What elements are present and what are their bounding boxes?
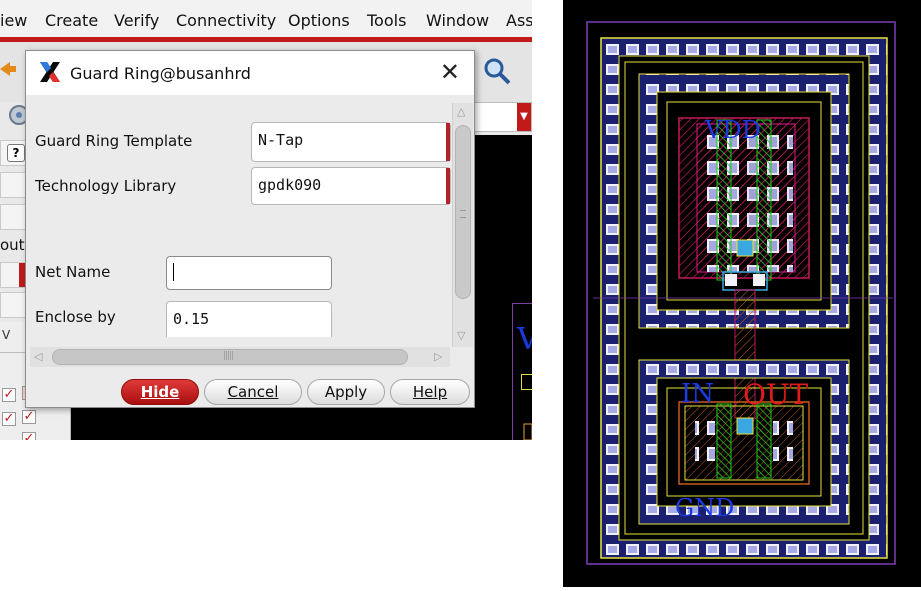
vdd-label: VDD bbox=[704, 116, 761, 144]
arrow-icon[interactable] bbox=[0, 58, 16, 80]
layer-checkbox[interactable]: ✓ bbox=[22, 410, 36, 424]
palette-column-header: V bbox=[2, 328, 11, 342]
hide-button[interactable]: Hide bbox=[121, 379, 199, 405]
vertical-scrollbar[interactable]: △ ▽ bbox=[452, 103, 473, 347]
required-marker bbox=[446, 168, 450, 204]
sidebar-combo[interactable] bbox=[0, 262, 28, 288]
menu-tools[interactable]: Tools bbox=[367, 11, 406, 30]
scroll-down-icon[interactable]: ▽ bbox=[457, 329, 465, 342]
close-icon[interactable]: ✕ bbox=[440, 58, 460, 86]
zoom-icon[interactable] bbox=[482, 56, 512, 86]
technology-library-label: Technology Library bbox=[35, 177, 177, 195]
technology-library-field[interactable]: gpdk090 bbox=[251, 167, 451, 205]
in-label: IN bbox=[681, 379, 714, 409]
scroll-up-icon[interactable]: △ bbox=[457, 105, 465, 118]
help-strip: ? bbox=[0, 140, 28, 166]
layer-checkbox[interactable]: ✓ bbox=[22, 432, 36, 440]
dropdown-arrow-icon: ▼ bbox=[517, 103, 531, 131]
virtuoso-window: iew Create Verify Connectivity Options T… bbox=[0, 0, 532, 440]
enclose-by-input[interactable]: 0.15 bbox=[166, 301, 332, 337]
apply-button[interactable]: Apply bbox=[307, 379, 385, 405]
grip-icon: ||||| bbox=[223, 351, 234, 361]
vertical-scroll-thumb[interactable] bbox=[455, 125, 471, 299]
guard-ring-template-value: N-Tap bbox=[258, 131, 304, 149]
help-icon[interactable]: ? bbox=[7, 144, 25, 162]
net-name-label: Net Name bbox=[35, 263, 111, 281]
out-label: OUT bbox=[743, 378, 809, 411]
text-caret bbox=[173, 263, 174, 281]
dialog-title: Guard Ring@busanhrd bbox=[70, 64, 251, 83]
sidebar-field[interactable] bbox=[0, 172, 28, 198]
layer-checkbox[interactable]: ✓ bbox=[2, 412, 16, 426]
horizontal-scroll-thumb[interactable]: ||||| bbox=[52, 349, 408, 365]
layer-checkbox[interactable]: ✓ bbox=[2, 388, 16, 402]
scroll-left-icon[interactable]: ◁ bbox=[34, 350, 42, 363]
sidebar-label-strip: outi bbox=[0, 232, 29, 260]
sidebar-field[interactable] bbox=[0, 292, 28, 318]
layout-view[interactable]: VDD IN OUT GND bbox=[563, 0, 921, 587]
menu-assistants[interactable]: Ass bbox=[506, 11, 532, 30]
label-fragment: V bbox=[517, 322, 532, 357]
grip-icon bbox=[460, 210, 466, 218]
menu-bar: iew Create Verify Connectivity Options T… bbox=[0, 0, 532, 40]
cancel-button[interactable]: Cancel bbox=[204, 379, 302, 405]
inverter-layout: VDD IN OUT GND bbox=[563, 0, 921, 587]
gnd-label: GND bbox=[675, 494, 734, 522]
metal-fragment bbox=[521, 374, 532, 390]
enclose-by-value: 0.15 bbox=[173, 310, 210, 328]
guard-ring-dialog: Guard Ring@busanhrd ✕ Guard Ring Templat… bbox=[25, 50, 475, 408]
layout-shape-fragment bbox=[523, 423, 532, 440]
enclose-by-label: Enclose by bbox=[35, 308, 116, 326]
guard-ring-template-field[interactable]: N-Tap bbox=[251, 122, 451, 162]
menu-view[interactable]: iew bbox=[0, 11, 27, 30]
nmos-transistor[interactable] bbox=[678, 401, 810, 485]
toolbar-combo[interactable]: ▼ bbox=[472, 102, 532, 132]
guard-ring-template-label: Guard Ring Template bbox=[35, 132, 193, 150]
menu-create[interactable]: Create bbox=[45, 11, 98, 30]
hide-button-label: Hide bbox=[140, 383, 180, 401]
cancel-button-label: Cancel bbox=[227, 383, 279, 401]
horizontal-scrollbar[interactable]: ◁ ||||| ▷ bbox=[30, 347, 450, 367]
help-button-label: Help bbox=[412, 383, 448, 401]
x-logo-icon bbox=[40, 62, 60, 82]
required-marker bbox=[446, 123, 450, 161]
sidebar-field[interactable] bbox=[0, 204, 28, 230]
scroll-right-icon[interactable]: ▷ bbox=[434, 350, 442, 363]
menu-window[interactable]: Window bbox=[426, 11, 489, 30]
apply-button-label: Apply bbox=[324, 383, 368, 401]
menu-options[interactable]: Options bbox=[288, 11, 350, 30]
dialog-titlebar[interactable]: Guard Ring@busanhrd ✕ bbox=[26, 51, 474, 95]
technology-library-value: gpdk090 bbox=[258, 176, 322, 194]
net-name-input[interactable] bbox=[166, 256, 332, 290]
help-button[interactable]: Help bbox=[390, 379, 470, 405]
menu-verify[interactable]: Verify bbox=[114, 11, 159, 30]
menu-connectivity[interactable]: Connectivity bbox=[176, 11, 276, 30]
